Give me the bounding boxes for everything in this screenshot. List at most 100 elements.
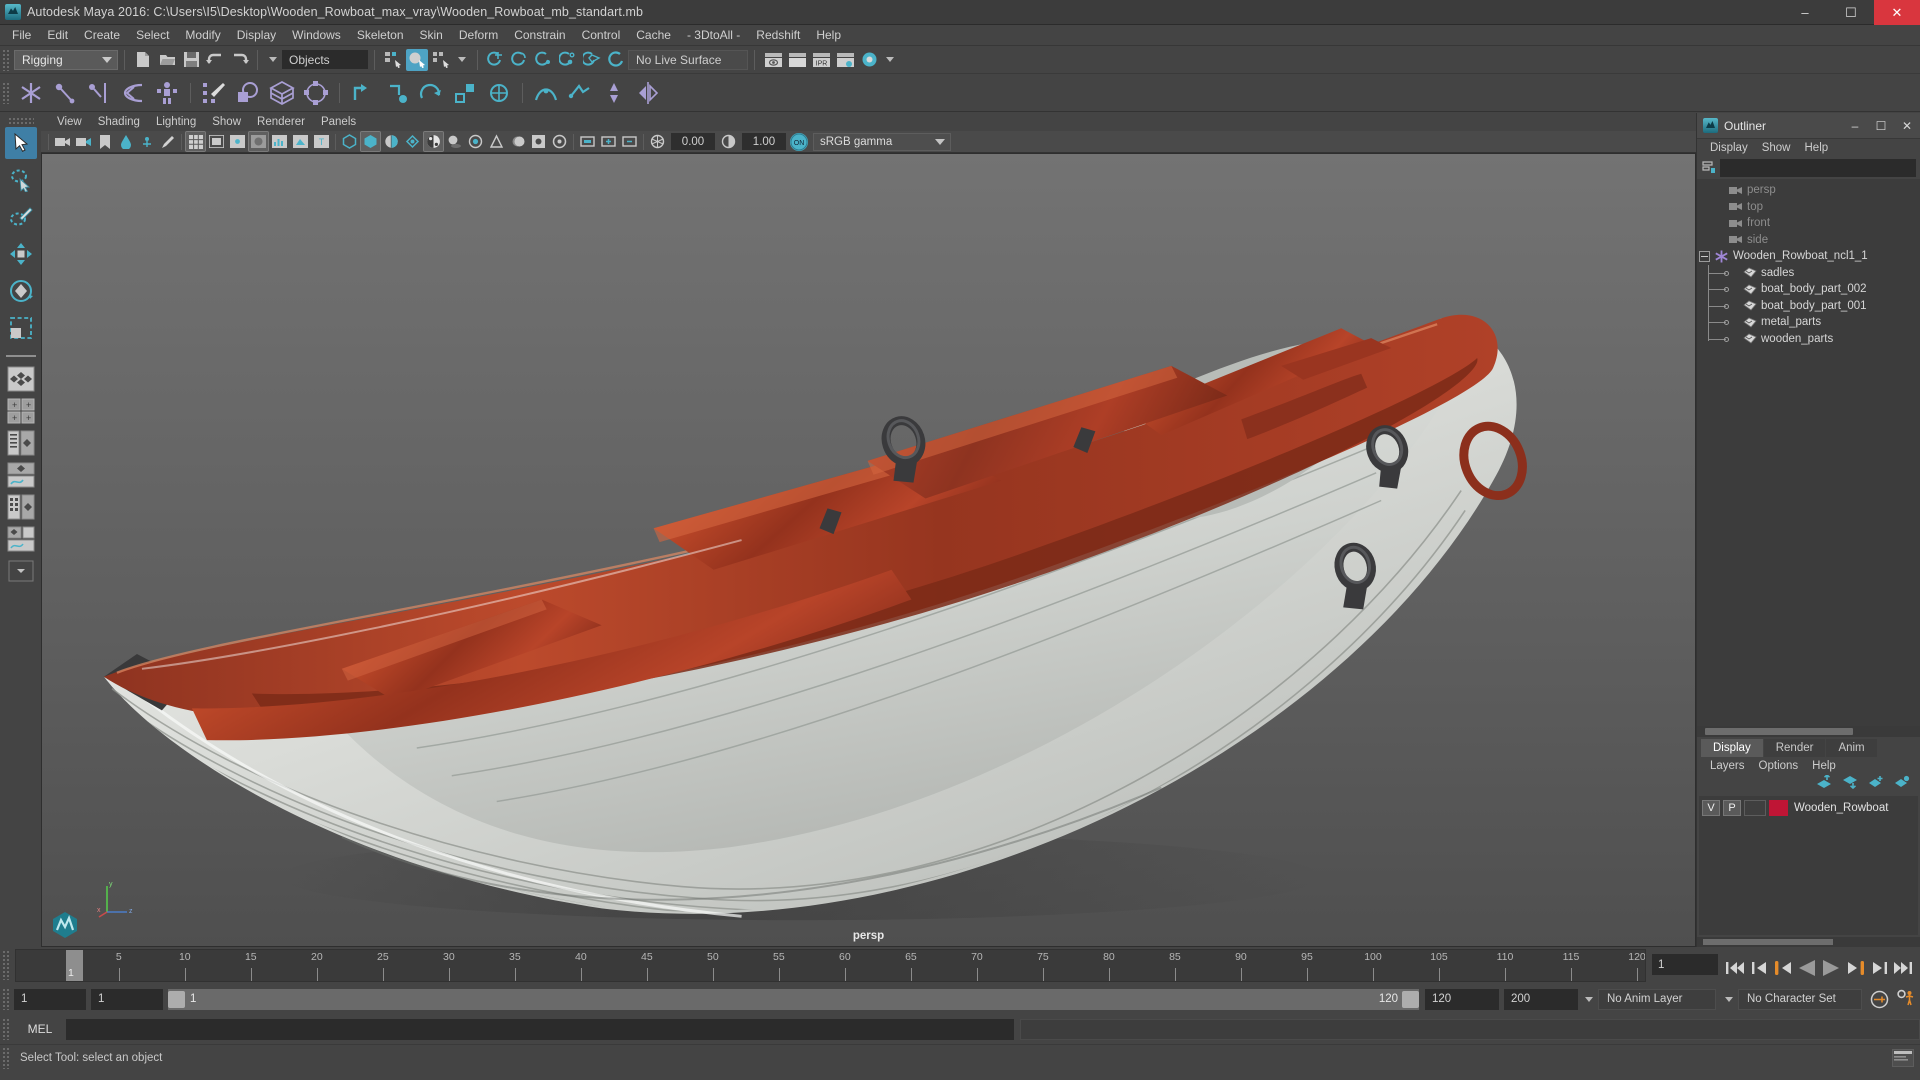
shadows-icon[interactable] — [445, 132, 464, 151]
animation-end-time-field[interactable]: 200 — [1504, 988, 1578, 1010]
new-scene-button[interactable] — [132, 49, 154, 71]
tab-display[interactable]: Display — [1701, 739, 1763, 757]
selection-mask-field[interactable]: Objects — [282, 50, 368, 69]
menu-redshift[interactable]: Redshift — [748, 26, 808, 44]
xray-icon[interactable] — [291, 132, 310, 151]
ipr-render-button[interactable]: IPR — [810, 49, 832, 71]
gamma-icon[interactable] — [719, 132, 738, 151]
filter-icon[interactable] — [1701, 160, 1717, 176]
layer-color-swatch[interactable] — [1769, 800, 1788, 816]
motion-blur-icon[interactable] — [508, 132, 527, 151]
command-language-label[interactable]: MEL — [14, 1022, 66, 1036]
move-layer-up-icon[interactable] — [1816, 773, 1832, 794]
viewport-menu-renderer[interactable]: Renderer — [249, 116, 313, 128]
scale-tool[interactable] — [5, 312, 37, 344]
play-forwards-button[interactable] — [1820, 956, 1842, 980]
step-back-frame-button[interactable] — [1772, 956, 1794, 980]
anim-layer-selector[interactable]: No Anim Layer — [1598, 988, 1716, 1010]
symmetry-icon[interactable] — [633, 78, 663, 108]
create-control-curve-icon[interactable] — [531, 78, 561, 108]
minimize-button[interactable]: – — [1782, 0, 1828, 25]
move-tool[interactable] — [5, 238, 37, 270]
go-to-start-button[interactable] — [1724, 956, 1746, 980]
layer-menu-help[interactable]: Help — [1805, 760, 1843, 772]
viewport-menu-view[interactable]: View — [49, 116, 90, 128]
mirror-joint-icon[interactable] — [84, 78, 114, 108]
render-settings-button[interactable] — [834, 49, 856, 71]
snap-to-projected-center-button[interactable] — [557, 49, 579, 71]
make-live-button[interactable] — [605, 49, 627, 71]
camera-attributes-icon[interactable] — [74, 132, 93, 151]
tab-anim[interactable]: Anim — [1826, 739, 1877, 757]
shade-with-wireframe-icon[interactable] — [382, 132, 401, 151]
select-tool[interactable] — [4, 127, 37, 159]
playhead[interactable]: 1 — [66, 950, 83, 981]
live-surface-field[interactable]: No Live Surface — [628, 49, 748, 70]
layer-menu-layers[interactable]: Layers — [1703, 760, 1752, 772]
wrap-deformer-icon[interactable] — [267, 78, 297, 108]
cluster-deformer-icon[interactable] — [301, 78, 331, 108]
smooth-shade-all-icon[interactable] — [360, 131, 381, 152]
layer-row[interactable]: V P Wooden_Rowboat — [1699, 798, 1918, 818]
color-management-toggle[interactable]: ON — [790, 132, 808, 151]
layer-name-label[interactable]: Wooden_Rowboat — [1794, 802, 1888, 814]
gate-mask-icon[interactable] — [248, 131, 269, 152]
layer-playback-toggle[interactable]: P — [1723, 800, 1741, 816]
screen-space-ao-icon[interactable] — [529, 132, 548, 151]
menu-skin[interactable]: Skin — [412, 26, 451, 44]
range-start-handle[interactable] — [168, 990, 185, 1008]
outliner-search-input[interactable] — [1720, 159, 1916, 177]
outliner-item-side[interactable]: side — [1697, 232, 1920, 249]
render-current-frame-button[interactable] — [762, 49, 784, 71]
snap-to-view-planes-button[interactable] — [581, 49, 603, 71]
paint-select-tool[interactable] — [5, 201, 37, 233]
selection-mask-chevron-icon[interactable] — [269, 57, 277, 62]
bookmark-icon[interactable] — [95, 132, 114, 151]
outliner-item-wooden-parts[interactable]: wooden_parts — [1697, 331, 1920, 348]
select-by-hierarchy-button[interactable] — [382, 49, 404, 71]
redo-render-button[interactable] — [786, 49, 808, 71]
film-gate-icon[interactable] — [207, 132, 226, 151]
gamma-value-field[interactable]: 1.00 — [742, 133, 786, 150]
layer-horizontal-scrollbar[interactable] — [1697, 937, 1920, 947]
outliner-item-boat-body-part-001[interactable]: boat_body_part_001 — [1697, 298, 1920, 315]
menu-create[interactable]: Create — [76, 26, 128, 44]
color-profile-selector[interactable]: sRGB gamma — [813, 132, 951, 151]
outliner-tree[interactable]: persp top front side Wooden_Rowboat_ncl1… — [1697, 179, 1920, 726]
use-all-lights-icon[interactable] — [403, 132, 422, 151]
undo-button[interactable] — [204, 49, 226, 71]
single-perspective-layout[interactable] — [5, 365, 37, 393]
wireframe-shading-icon[interactable] — [340, 132, 359, 151]
four-view-layout[interactable]: + + + + — [5, 397, 37, 425]
constraint-aim-icon[interactable] — [484, 78, 514, 108]
outliner-item-persp[interactable]: persp — [1697, 182, 1920, 199]
3d-viewport[interactable]: y z x persp — [41, 153, 1696, 947]
exposure-icon[interactable] — [648, 132, 667, 151]
playback-start-time-field[interactable]: 1 — [91, 988, 163, 1010]
close-button[interactable]: ✕ — [1874, 0, 1920, 25]
outliner-menu-help[interactable]: Help — [1798, 142, 1836, 154]
statusline-gripper[interactable] — [2, 48, 11, 71]
playback-options-chevron-icon[interactable] — [1585, 996, 1593, 1002]
menu-skeleton[interactable]: Skeleton — [349, 26, 412, 44]
time-slider[interactable]: 1 5 10 15 20 25 30 35 40 45 50 55 60 65 70 75 80 85 90 95 1… — [15, 949, 1646, 982]
grid-toggle-icon[interactable] — [185, 131, 206, 152]
hypershade-persp-layout[interactable] — [5, 493, 37, 521]
menu-edit[interactable]: Edit — [39, 26, 76, 44]
menu-display[interactable]: Display — [229, 26, 284, 44]
save-scene-button[interactable] — [180, 49, 202, 71]
snap-to-curve-button[interactable] — [509, 49, 531, 71]
scrollbar-thumb[interactable] — [1705, 728, 1853, 735]
menu-3dtoall[interactable]: - 3DtoAll - — [679, 26, 748, 44]
isolate-add-icon[interactable] — [599, 132, 618, 151]
select-camera-icon[interactable] — [53, 132, 72, 151]
more-layouts-button[interactable] — [5, 557, 37, 585]
viewport-menu-panels[interactable]: Panels — [313, 116, 364, 128]
grease-pencil-icon[interactable] — [158, 132, 177, 151]
command-gripper[interactable] — [2, 1018, 11, 1040]
select-by-object-type-button[interactable] — [406, 48, 428, 71]
layer-menu-options[interactable]: Options — [1752, 760, 1806, 772]
isolate-select-icon[interactable] — [578, 132, 597, 151]
play-backwards-button[interactable] — [1796, 956, 1818, 980]
paint-skin-weights-icon[interactable] — [199, 78, 229, 108]
